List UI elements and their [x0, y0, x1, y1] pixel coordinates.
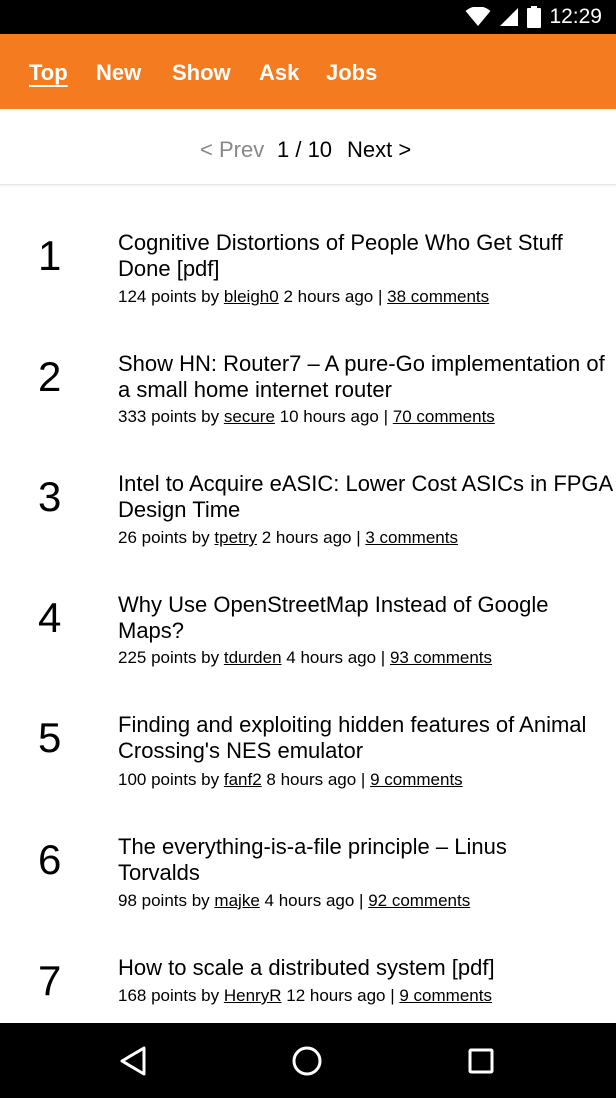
tab-show[interactable]: Show	[172, 34, 231, 109]
story-comments-link[interactable]: 70 comments	[393, 407, 495, 426]
story-list: 1 Cognitive Distortions of People Who Ge…	[0, 185, 616, 1023]
story-comments-link[interactable]: 3 comments	[365, 528, 458, 547]
story-title[interactable]: Finding and exploiting hidden features o…	[118, 712, 616, 764]
story-points: 26 points by	[118, 528, 210, 547]
story-time: 2 hours ago |	[261, 528, 361, 547]
story-rank: 6	[38, 836, 62, 883]
story-user-link[interactable]: HenryR	[224, 986, 282, 1005]
next-button[interactable]: Next >	[347, 137, 411, 163]
story-time: 8 hours ago |	[266, 770, 366, 789]
tab-ask[interactable]: Ask	[259, 34, 299, 109]
story-title[interactable]: The everything-is-a-file principle – Lin…	[118, 834, 556, 886]
pager: < Prev 1 / 10 Next >	[0, 109, 616, 185]
story-time: 4 hours ago |	[264, 891, 364, 910]
story-time: 4 hours ago |	[286, 648, 386, 667]
story-meta: 98 points by majke 4 hours ago | 92 comm…	[118, 891, 470, 911]
page-indicator: 1 / 10	[277, 137, 333, 162]
story-comments-link[interactable]: 9 comments	[399, 986, 492, 1005]
story-rank: 3	[38, 473, 62, 520]
system-nav-bar	[0, 1023, 616, 1098]
story-points: 98 points by	[118, 891, 210, 910]
story-rank: 5	[38, 714, 62, 761]
story-time: 10 hours ago |	[279, 407, 389, 426]
story-title[interactable]: Show HN: Router7 – A pure-Go implementat…	[118, 351, 612, 403]
story-meta: 333 points by secure 10 hours ago | 70 c…	[118, 407, 495, 427]
story-user-link[interactable]: secure	[224, 407, 275, 426]
back-icon[interactable]	[114, 1041, 154, 1081]
story-title[interactable]: Intel to Acquire eASIC: Lower Cost ASICs…	[118, 471, 612, 523]
story-points: 124 points by	[118, 287, 220, 306]
status-bar: 12:29	[0, 0, 616, 34]
story-comments-link[interactable]: 93 comments	[390, 648, 492, 667]
signal-icon	[500, 8, 519, 26]
story-rank: 4	[38, 594, 62, 641]
story-points: 333 points by	[118, 407, 220, 426]
story-user-link[interactable]: bleigh0	[224, 287, 279, 306]
story-time: 2 hours ago |	[283, 287, 383, 306]
story-rank: 1	[38, 232, 62, 279]
story-user-link[interactable]: tdurden	[224, 648, 282, 667]
story-user-link[interactable]: tpetry	[214, 528, 257, 547]
story-title[interactable]: Why Use OpenStreetMap Instead of Google …	[118, 592, 612, 644]
battery-icon	[527, 6, 542, 28]
story-user-link[interactable]: majke	[214, 891, 259, 910]
top-nav: Top New Show Ask Jobs	[0, 34, 616, 109]
story-user-link[interactable]: fanf2	[224, 770, 262, 789]
wifi-icon	[465, 7, 491, 26]
home-icon[interactable]	[287, 1041, 327, 1081]
story-time: 12 hours ago |	[286, 986, 395, 1005]
story-rank: 2	[38, 353, 62, 400]
story-meta: 168 points by HenryR 12 hours ago | 9 co…	[118, 986, 492, 1006]
story-meta: 26 points by tpetry 2 hours ago | 3 comm…	[118, 528, 458, 548]
story-title[interactable]: Cognitive Distortions of People Who Get …	[118, 230, 612, 282]
tab-jobs[interactable]: Jobs	[326, 34, 377, 109]
tab-top[interactable]: Top	[29, 34, 68, 109]
recents-icon[interactable]	[461, 1041, 501, 1081]
story-title[interactable]: How to scale a distributed system [pdf]	[118, 955, 612, 981]
story-meta: 124 points by bleigh0 2 hours ago | 38 c…	[118, 287, 489, 307]
story-points: 225 points by	[118, 648, 220, 667]
story-comments-link[interactable]: 9 comments	[370, 770, 463, 789]
story-meta: 100 points by fanf2 8 hours ago | 9 comm…	[118, 770, 463, 790]
story-meta: 225 points by tdurden 4 hours ago | 93 c…	[118, 648, 492, 668]
story-comments-link[interactable]: 38 comments	[387, 287, 489, 306]
story-points: 168 points by	[118, 986, 220, 1005]
story-rank: 7	[38, 957, 62, 1004]
prev-button[interactable]: < Prev	[200, 137, 264, 163]
status-time: 12:29	[549, 5, 602, 28]
tab-new[interactable]: New	[96, 34, 141, 109]
story-points: 100 points by	[118, 770, 220, 789]
story-comments-link[interactable]: 92 comments	[368, 891, 470, 910]
